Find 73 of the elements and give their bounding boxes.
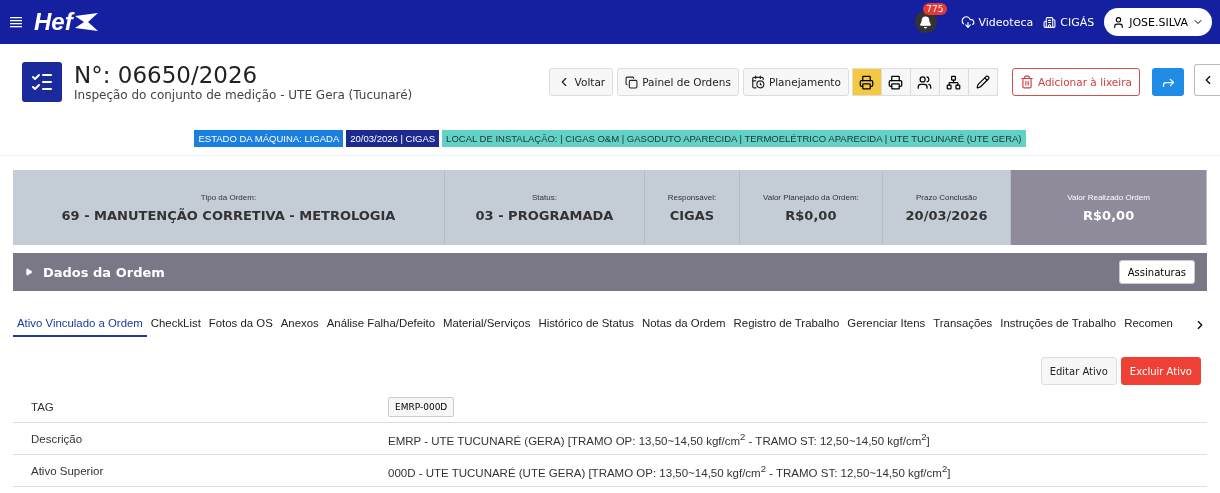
row-label: Ativo Superior bbox=[31, 464, 105, 477]
tab[interactable]: Material/Serviços bbox=[439, 313, 535, 337]
action-button[interactable]: Editar Ativo bbox=[1040, 357, 1117, 385]
user-menu-button[interactable]: JOSE.SILVA bbox=[1104, 8, 1212, 36]
tab[interactable]: CheckList bbox=[146, 313, 205, 337]
tab[interactable]: Recomen bbox=[1120, 313, 1177, 337]
field-label: Responsável: bbox=[667, 192, 717, 202]
share-button[interactable] bbox=[1152, 68, 1184, 96]
icon-button[interactable] bbox=[909, 68, 940, 96]
hierarchy-icon bbox=[946, 74, 962, 90]
field-label: Valor Realizado Ordem bbox=[1067, 192, 1150, 202]
field-value: 20/03/2026 bbox=[905, 207, 988, 223]
printer-icon bbox=[888, 74, 904, 90]
field-value: 69 - MANUTENÇÃO CORRETIVA - METROLOGIA bbox=[61, 207, 396, 223]
row-value: EMRP - UTE TUCUNARÉ (GERA) [TRAMO OP: 13,50~14,50 kgf/cm$^{2}$ - TRAMO ST: 12,50~14,50 kgf/cm$^{2}$] bbox=[388, 430, 931, 447]
info-badge: 20/03/2026 | CIGAS bbox=[346, 130, 440, 147]
tag-chip: EMRP-000D bbox=[388, 396, 455, 417]
notification-count: 775 bbox=[923, 3, 947, 15]
toolbar-button[interactable]: Painel de Ordens bbox=[617, 68, 739, 96]
order-subtitle: Inspeção do conjunto de medição - UTE Gera (Tucunaré) bbox=[74, 88, 413, 102]
icon-button[interactable] bbox=[880, 68, 911, 96]
field-value: R$0,00 bbox=[785, 207, 837, 223]
tab[interactable]: Transações bbox=[929, 313, 997, 337]
tab[interactable]: Análise Falha/Defeito bbox=[322, 313, 440, 337]
tab[interactable]: Histórico de Status bbox=[534, 313, 638, 337]
cloud-icon bbox=[960, 15, 975, 29]
icon-button[interactable] bbox=[938, 68, 969, 96]
tab[interactable]: Ativo Vinculado a Ordem bbox=[13, 313, 147, 337]
section-title: Dados da Ordem bbox=[43, 264, 165, 280]
icon-button[interactable] bbox=[851, 68, 882, 96]
field-label: Tipo da Ordem: bbox=[200, 192, 257, 202]
nav-link[interactable]: Videoteca bbox=[960, 15, 1034, 29]
copy-icon bbox=[625, 75, 639, 89]
tab[interactable]: Instruções de Trabalho bbox=[996, 313, 1121, 337]
field-label: Prazo Conclusão bbox=[916, 192, 977, 202]
field-label: Status: bbox=[532, 192, 557, 202]
section-header[interactable]: Dados da Ordem Assinaturas bbox=[13, 253, 1207, 291]
toolbar-button[interactable]: Voltar bbox=[548, 68, 614, 96]
calendar-icon bbox=[750, 75, 765, 89]
field-value: R$0,00 bbox=[1083, 207, 1135, 223]
printer-icon bbox=[859, 74, 875, 90]
info-badge: LOCAL DE INSTALAÇÃO: | CIGAS O&M | GASODUTO APARECIDA | TERMOELÉTRICO APARECIDA | UTE TUCUNARÉ (UTE GERA) bbox=[442, 130, 1026, 147]
tab[interactable]: Registro de Trabalho bbox=[729, 313, 844, 337]
action-button[interactable]: Excluir Ativo bbox=[1120, 357, 1201, 385]
users-icon bbox=[917, 74, 933, 90]
notification-button[interactable] bbox=[914, 11, 937, 33]
info-badge: ESTADO DA MÁQUINA: LIGADA bbox=[194, 130, 344, 147]
logo-icon bbox=[74, 13, 99, 31]
icon-button[interactable] bbox=[967, 68, 998, 96]
bell-icon bbox=[919, 15, 932, 29]
trash-icon bbox=[1019, 75, 1034, 89]
row-label: TAG bbox=[31, 400, 55, 413]
row-label: Descrição bbox=[31, 432, 84, 445]
row-value: 000D - UTE TUCUNARÉ (UTE GERA) [TRAMO OP: 13,50~14,50 kgf/cm$^{2}$ - TRAMO ST: 12,50~14,50 kgf/cm$^{2}$] bbox=[388, 462, 952, 479]
order-title: N°: 06650/2026 bbox=[74, 62, 259, 88]
list-icon bbox=[22, 62, 62, 102]
logo-text: Hef bbox=[34, 8, 73, 36]
field-value: 03 - PROGRAMADA bbox=[475, 207, 614, 223]
menu-button[interactable] bbox=[10, 16, 22, 28]
tab[interactable]: Fotos da OS bbox=[204, 313, 277, 337]
building-icon bbox=[1043, 15, 1057, 29]
toolbar-button[interactable]: Planejamento bbox=[742, 68, 849, 96]
menu-icon bbox=[10, 16, 22, 28]
tab[interactable]: Anexos bbox=[276, 313, 323, 337]
field-value: CIGAS bbox=[669, 207, 715, 223]
user-icon bbox=[1112, 15, 1126, 29]
nav-link[interactable]: CIGÁS bbox=[1043, 15, 1095, 29]
field-label: Valor Planejado da Ordem: bbox=[762, 192, 859, 202]
tab[interactable]: Notas da Ordem bbox=[638, 313, 730, 337]
pencil-icon bbox=[975, 75, 990, 89]
trash-button[interactable]: Adicionar à lixeira bbox=[1011, 68, 1140, 96]
signatures-button[interactable]: Assinaturas bbox=[1118, 260, 1195, 284]
tab[interactable]: Gerenciar Itens bbox=[843, 313, 930, 337]
